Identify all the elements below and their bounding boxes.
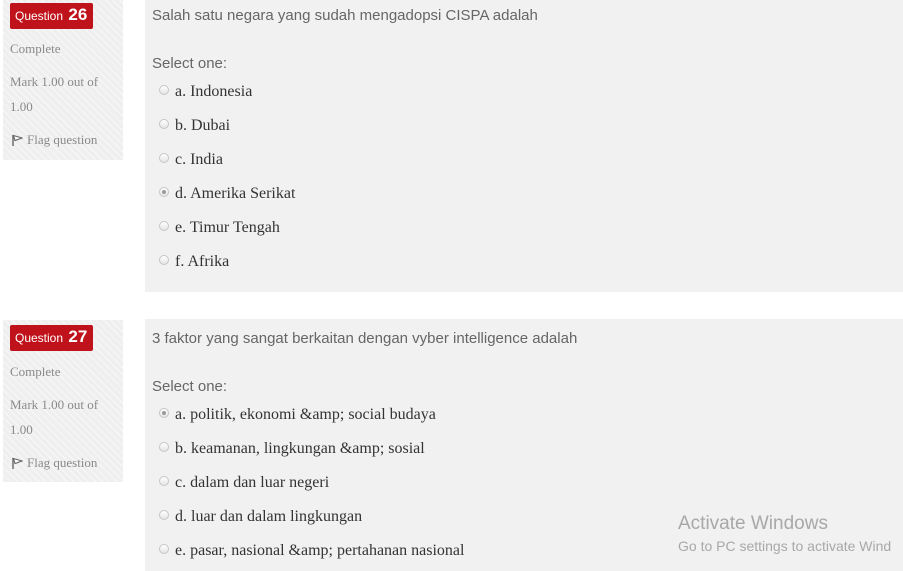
- radio-button[interactable]: [159, 255, 169, 265]
- answer-option[interactable]: a. Indonesia: [159, 83, 252, 101]
- answer-label[interactable]: b. keamanan, lingkungan &amp; sosial: [175, 440, 425, 458]
- answer-option[interactable]: f. Afrika: [159, 253, 229, 271]
- radio-button[interactable]: [159, 544, 169, 554]
- question-label: Question: [15, 9, 64, 23]
- question-content-26: Salah satu negara yang sudah mengadopsi …: [145, 0, 903, 292]
- radio-button[interactable]: [159, 85, 169, 95]
- answer-label[interactable]: a. politik, ekonomi &amp; social budaya: [175, 406, 436, 424]
- radio-button[interactable]: [159, 442, 169, 452]
- watermark-subtitle: Go to PC settings to activate Wind: [678, 538, 892, 554]
- radio-button-checked[interactable]: [159, 187, 169, 197]
- flag-question-link[interactable]: Flag question: [12, 455, 97, 471]
- flag-question-label: Flag question: [27, 455, 98, 470]
- answer-label[interactable]: b. Dubai: [175, 117, 230, 135]
- select-one-prompt: Select one:: [152, 378, 228, 395]
- question-info-26: Question 26 Complete Mark 1.00 out of 1.…: [3, 0, 123, 160]
- answer-option[interactable]: b. keamanan, lingkungan &amp; sosial: [159, 440, 425, 458]
- answer-label[interactable]: e. Timur Tengah: [175, 219, 280, 237]
- answer-label[interactable]: a. Indonesia: [175, 83, 252, 101]
- question-info-27: Question 27 Complete Mark 1.00 out of 1.…: [3, 320, 123, 482]
- answer-option[interactable]: c. India: [159, 151, 223, 169]
- answer-label[interactable]: c. dalam dan luar negeri: [175, 474, 329, 492]
- answer-label[interactable]: e. pasar, nasional &amp; pertahanan nasi…: [175, 542, 464, 560]
- answer-option-selected[interactable]: a. politik, ekonomi &amp; social budaya: [159, 406, 436, 424]
- answer-label[interactable]: d. luar dan dalam lingkungan: [175, 508, 362, 526]
- question-label: Question: [15, 331, 64, 345]
- select-one-prompt: Select one:: [152, 55, 228, 72]
- question-number-badge: Question 26: [10, 3, 94, 29]
- question-state: Complete: [10, 364, 61, 379]
- answer-option[interactable]: e. Timur Tengah: [159, 219, 280, 237]
- activate-windows-watermark: Activate Windows Go to PC settings to ac…: [678, 512, 891, 556]
- question-text: 3 faktor yang sangat berkaitan dengan vy…: [152, 330, 578, 347]
- question-text: Salah satu negara yang sudah mengadopsi …: [152, 7, 538, 24]
- flag-icon: [12, 457, 23, 469]
- radio-button[interactable]: [159, 153, 169, 163]
- question-grade: Mark 1.00 out of 1.00: [10, 397, 99, 437]
- watermark-title: Activate Windows: [678, 513, 828, 534]
- answer-label[interactable]: f. Afrika: [175, 253, 229, 271]
- question-number-badge: Question 27: [10, 325, 94, 351]
- flag-question-link[interactable]: Flag question: [12, 132, 97, 148]
- question-number: 27: [68, 327, 88, 346]
- answer-option-selected[interactable]: d. Amerika Serikat: [159, 185, 295, 203]
- radio-button[interactable]: [159, 476, 169, 486]
- flag-question-label: Flag question: [27, 132, 98, 147]
- answer-option[interactable]: d. luar dan dalam lingkungan: [159, 508, 362, 526]
- question-number: 26: [68, 5, 88, 24]
- answer-label[interactable]: c. India: [175, 151, 223, 169]
- answer-option[interactable]: c. dalam dan luar negeri: [159, 474, 329, 492]
- question-state: Complete: [10, 41, 61, 56]
- answer-label[interactable]: d. Amerika Serikat: [175, 185, 295, 203]
- radio-button[interactable]: [159, 221, 169, 231]
- radio-button[interactable]: [159, 510, 169, 520]
- radio-button-checked[interactable]: [159, 408, 169, 418]
- answer-option[interactable]: b. Dubai: [159, 117, 230, 135]
- question-grade: Mark 1.00 out of 1.00: [10, 74, 99, 114]
- radio-button[interactable]: [159, 119, 169, 129]
- flag-icon: [12, 134, 23, 146]
- answer-option[interactable]: e. pasar, nasional &amp; pertahanan nasi…: [159, 542, 464, 560]
